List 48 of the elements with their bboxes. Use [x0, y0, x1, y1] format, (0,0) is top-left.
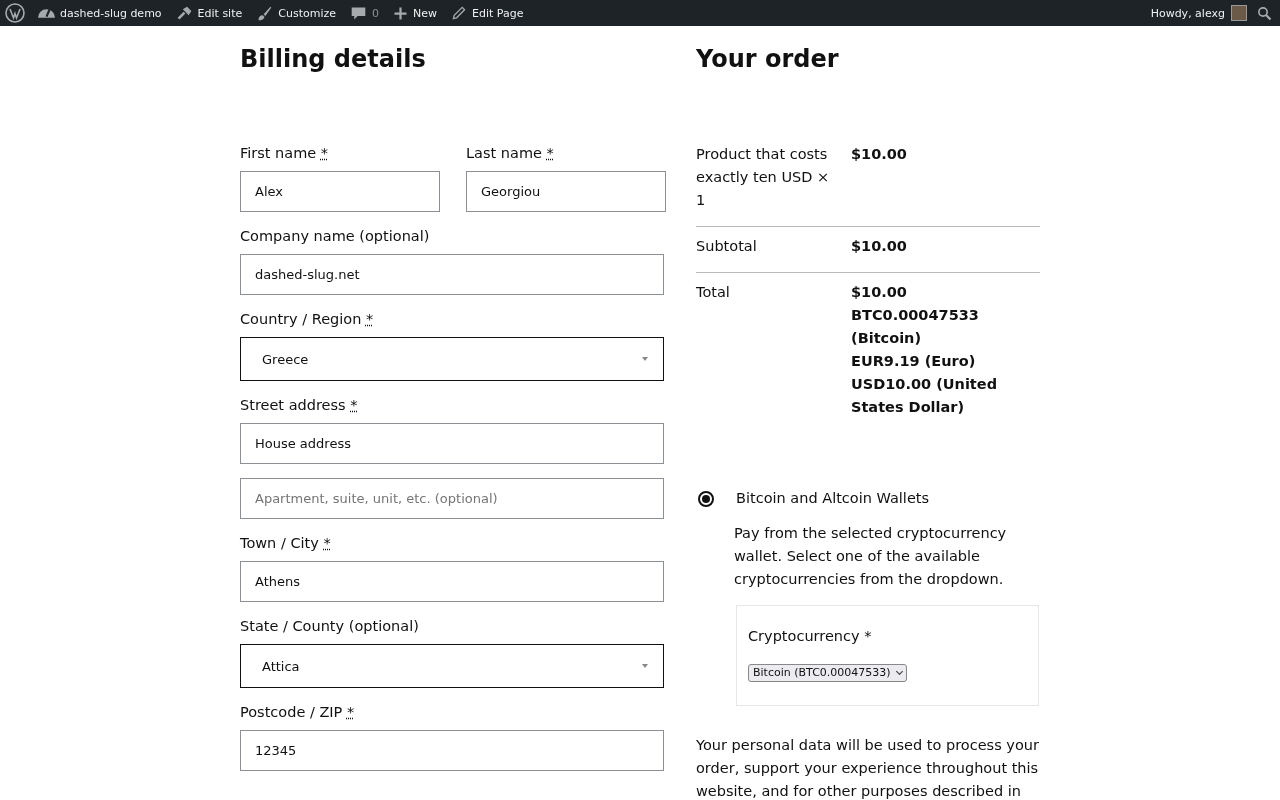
input-field[interactable]: Apartment, suite, unit, etc. (optional) — [240, 478, 664, 519]
table-cell-text: USD10.00 (United States Dollar) — [851, 375, 998, 417]
toolbar-link[interactable]: Edit site — [168, 0, 250, 26]
input-field[interactable]: 12345 — [240, 730, 664, 771]
field-label: Street address * — [240, 396, 359, 415]
field-label: Cryptocurrency * — [748, 627, 873, 646]
input-field[interactable]: dashed-slug.net — [240, 254, 664, 295]
payment-method-label[interactable]: Bitcoin and Altcoin Wallets — [736, 487, 930, 510]
radio-button[interactable] — [698, 490, 714, 507]
table-cell-text: $10.00 — [851, 145, 908, 164]
gauge-icon — [38, 8, 55, 18]
field-label: Last name * — [466, 144, 555, 163]
dropdown[interactable]: Bitcoin (BTC0.00047533) — [748, 664, 907, 682]
section-heading: Your order — [696, 44, 840, 74]
comments-link[interactable]: 0 — [343, 0, 386, 26]
table-cell-text: Total — [696, 283, 731, 302]
wordpress-logo-icon — [5, 3, 25, 23]
table-cell-text: EUR9.19 (Euro) — [851, 352, 977, 371]
table-cell-text: Subtotal — [696, 237, 758, 256]
field-label: State / County (optional) — [240, 617, 420, 636]
table-cell-text: BTC0.00047533 (Bitcoin) — [851, 306, 980, 348]
field-label: Town / City * — [240, 534, 332, 553]
input-field[interactable]: Alex — [240, 171, 440, 212]
field-label: Company name (optional) — [240, 227, 431, 246]
toolbar-link[interactable]: New — [386, 0, 444, 26]
toolbar-link[interactable]: Customize — [249, 0, 343, 26]
field-label: First name * — [240, 144, 330, 163]
dropdown[interactable]: Greece — [240, 337, 664, 381]
field-label: Postcode / ZIP * — [240, 703, 356, 722]
toolbar-link[interactable]: Edit Page — [444, 0, 531, 26]
table-cell-text: $10.00 — [851, 283, 908, 302]
field-label: Country / Region * — [240, 310, 375, 329]
dropdown[interactable]: Attica — [240, 644, 664, 688]
plus-icon — [393, 5, 408, 21]
input-field[interactable]: Athens — [240, 561, 664, 602]
brush-icon — [256, 4, 274, 22]
payment-description: Pay from the selected cryptocurrency wallet. Select one of the available cryptocurrencies from the dropdown. — [734, 524, 1008, 589]
input-field[interactable]: Georgiou — [466, 171, 666, 212]
table-cell-text: Product that costs exactly ten USD × 1 — [696, 145, 831, 210]
section-heading: Billing details — [240, 44, 427, 74]
table-cell-text: $10.00 — [851, 237, 908, 256]
account-link[interactable]: Howdy, alexg — [1145, 0, 1253, 26]
pencil-icon — [451, 5, 467, 21]
avatar-placeholder — [1231, 5, 1247, 21]
privacy-text: Your personal data will be used to process your order, support your experience throughout this website, and for other purposes described in — [696, 736, 1040, 800]
toolbar-link[interactable]: dashed-slug demo — [31, 0, 169, 26]
hammer-icon — [175, 4, 193, 22]
input-field[interactable]: House address — [240, 423, 664, 464]
